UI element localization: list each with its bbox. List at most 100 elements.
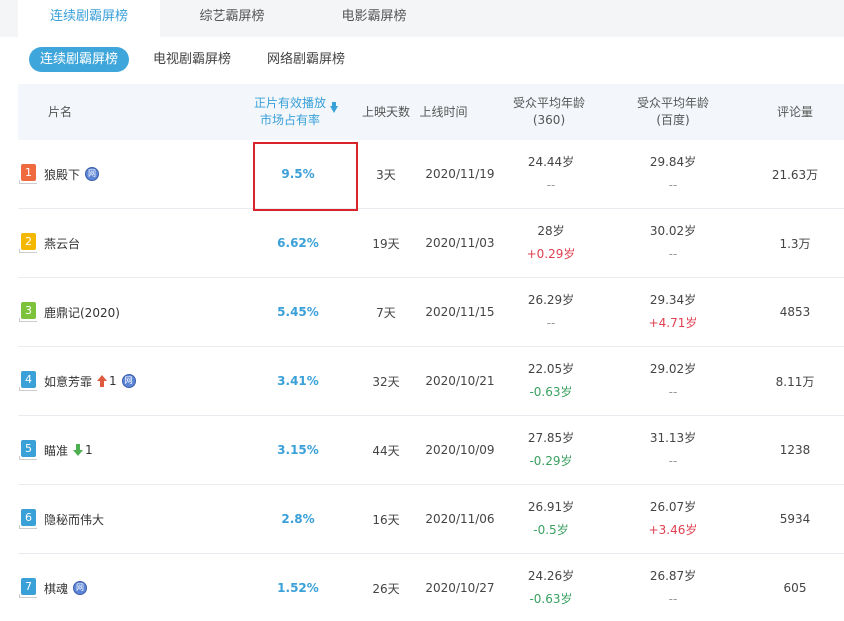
- subtab-web-drama[interactable]: 网络剧霸屏榜: [267, 47, 345, 72]
- show-title-cell[interactable]: 燕云台: [44, 209, 80, 277]
- age-baidu-delta: +3.46岁: [648, 523, 698, 537]
- age-baidu-delta: --: [668, 178, 678, 192]
- col-header-agebd-line2: (百度): [656, 113, 690, 127]
- days-cell: 44天: [358, 416, 414, 484]
- comments-value: 605: [783, 581, 807, 595]
- days-cell: 19天: [358, 209, 414, 277]
- table-row[interactable]: 1 狼殿下网 9.5% 3天 2020/11/19 24.44岁 -- 29.84岁 -- 21.…: [18, 140, 844, 209]
- age-baidu-cell: 29.34岁 +4.71岁: [610, 278, 736, 346]
- market-share-cell: 9.5%: [250, 140, 346, 208]
- show-title-cell[interactable]: 鹿鼎记(2020): [44, 278, 120, 346]
- age-360-cell: 24.26岁 -0.63岁: [488, 554, 614, 621]
- age-360-delta: -0.63岁: [529, 592, 573, 606]
- comments-cell: 21.63万: [736, 140, 844, 208]
- market-share-cell: 6.62%: [250, 209, 346, 277]
- subtab-tv-drama[interactable]: 电视剧霸屏榜: [153, 47, 231, 72]
- comments-cell: 1238: [736, 416, 844, 484]
- market-share-value: 6.62%: [277, 236, 319, 250]
- show-title-cell[interactable]: 瞄准 1: [44, 416, 93, 484]
- days-value: 44天: [372, 443, 400, 458]
- comments-cell: 1.3万: [736, 209, 844, 277]
- show-title-cell[interactable]: 棋魂网: [44, 554, 88, 621]
- show-title[interactable]: 隐秘而伟大: [44, 511, 104, 528]
- rank-badge: 3: [19, 302, 37, 322]
- rank-badge: 5: [19, 440, 37, 460]
- show-title-cell[interactable]: 如意芳霏 1 网: [44, 347, 136, 415]
- comments-value: 8.11万: [775, 374, 815, 389]
- days-value: 3天: [376, 167, 396, 182]
- col-header-comments-label: 评论量: [776, 104, 813, 119]
- show-title-cell[interactable]: 狼殿下网: [44, 140, 100, 208]
- age-baidu-value: 29.84岁: [649, 155, 697, 169]
- sort-desc-icon[interactable]: [330, 102, 338, 113]
- age-baidu-delta: --: [668, 247, 678, 261]
- comments-cell: 605: [736, 554, 844, 621]
- col-header-share-line2: 市场占有率: [259, 113, 320, 127]
- age-360-value: 24.26岁: [527, 569, 575, 583]
- col-header-age-360: 受众平均年龄 (360): [488, 84, 610, 140]
- age-baidu-cell: 26.87岁 --: [610, 554, 736, 621]
- comments-value: 4853: [779, 305, 811, 319]
- date-value: 2020/10/21: [425, 374, 495, 388]
- col-header-title: 片名: [18, 84, 102, 140]
- show-title-cell[interactable]: 隐秘而伟大: [44, 485, 104, 553]
- comments-cell: 4853: [736, 278, 844, 346]
- comments-cell: 8.11万: [736, 347, 844, 415]
- days-cell: 7天: [358, 278, 414, 346]
- days-value: 16天: [372, 512, 400, 527]
- age-360-value: 24.44岁: [527, 155, 575, 169]
- age-360-cell: 22.05岁 -0.63岁: [488, 347, 614, 415]
- age-360-value: 28岁: [537, 224, 565, 238]
- rank-badge: 1: [19, 164, 37, 184]
- market-share-value: 3.15%: [277, 443, 319, 457]
- rank-down-icon: [73, 443, 84, 457]
- date-value: 2020/11/03: [425, 236, 495, 250]
- age-baidu-value: 31.13岁: [649, 431, 697, 445]
- table-row[interactable]: 4 如意芳霏 1 网 3.41% 32天 2020/10/21 22.05岁 -0.63岁 29.…: [18, 347, 844, 416]
- show-title[interactable]: 燕云台: [44, 235, 80, 252]
- rank-badge: 7: [19, 578, 37, 598]
- age-baidu-cell: 29.02岁 --: [610, 347, 736, 415]
- comments-value: 1238: [779, 443, 811, 457]
- age-baidu-value: 30.02岁: [649, 224, 697, 238]
- col-header-market-share[interactable]: 正片有效播放 市场占有率: [250, 84, 338, 140]
- show-title[interactable]: 狼殿下: [44, 166, 80, 183]
- date-value: 2020/10/27: [425, 581, 495, 595]
- col-header-age360-line2: (360): [532, 113, 566, 127]
- market-share-cell: 3.41%: [250, 347, 346, 415]
- tab-drama-chart[interactable]: 连续剧霸屏榜: [18, 0, 160, 37]
- days-cell: 3天: [358, 140, 414, 208]
- age-360-cell: 26.29岁 --: [488, 278, 614, 346]
- age-baidu-value: 26.87岁: [649, 569, 697, 583]
- age-360-delta: +0.29岁: [526, 247, 576, 261]
- trend-count: 1: [85, 443, 93, 457]
- rank-badge: 2: [19, 233, 37, 253]
- date-value: 2020/11/15: [425, 305, 495, 319]
- rank-badge: 4: [19, 371, 37, 391]
- date-value: 2020/11/19: [425, 167, 495, 181]
- col-header-age360-line1: 受众平均年龄: [512, 96, 585, 110]
- show-title[interactable]: 棋魂: [44, 580, 68, 597]
- comments-cell: 5934: [736, 485, 844, 553]
- show-title[interactable]: 如意芳霏: [44, 373, 92, 390]
- age-baidu-cell: 30.02岁 --: [610, 209, 736, 277]
- age-baidu-cell: 26.07岁 +3.46岁: [610, 485, 736, 553]
- table-row[interactable]: 6 隐秘而伟大 2.8% 16天 2020/11/06 26.91岁 -0.5岁 26.07岁…: [18, 485, 844, 554]
- tab-movie-chart[interactable]: 电影霸屏榜: [304, 0, 444, 37]
- comments-value: 21.63万: [771, 167, 819, 182]
- show-title[interactable]: 鹿鼎记(2020): [44, 304, 120, 321]
- age-baidu-delta: +4.71岁: [648, 316, 698, 330]
- subtab-drama[interactable]: 连续剧霸屏榜: [29, 47, 130, 72]
- comments-value: 5934: [779, 512, 811, 526]
- market-share-value: 9.5%: [281, 167, 315, 181]
- age-360-delta: -0.5岁: [533, 523, 569, 537]
- age-baidu-delta: --: [668, 454, 678, 468]
- table-row[interactable]: 3 鹿鼎记(2020) 5.45% 7天 2020/11/15 26.29岁 -- 29.34…: [18, 278, 844, 347]
- table-row[interactable]: 7 棋魂网 1.52% 26天 2020/10/27 24.26岁 -0.63岁 26.87岁…: [18, 554, 844, 621]
- tab-variety-chart[interactable]: 综艺霸屏榜: [160, 0, 304, 37]
- days-value: 7天: [376, 305, 396, 320]
- table-header: 片名 正片有效播放 市场占有率 上映天数 上线时间 受众平均年龄 (360) 受…: [18, 84, 844, 140]
- show-title[interactable]: 瞄准: [44, 442, 68, 459]
- table-row[interactable]: 2 燕云台 6.62% 19天 2020/11/03 28岁 +0.29岁 30.02岁 -- 1…: [18, 209, 844, 278]
- table-row[interactable]: 5 瞄准 1 3.15% 44天 2020/10/09 27.85岁 -0.29岁 31.13岁…: [18, 416, 844, 485]
